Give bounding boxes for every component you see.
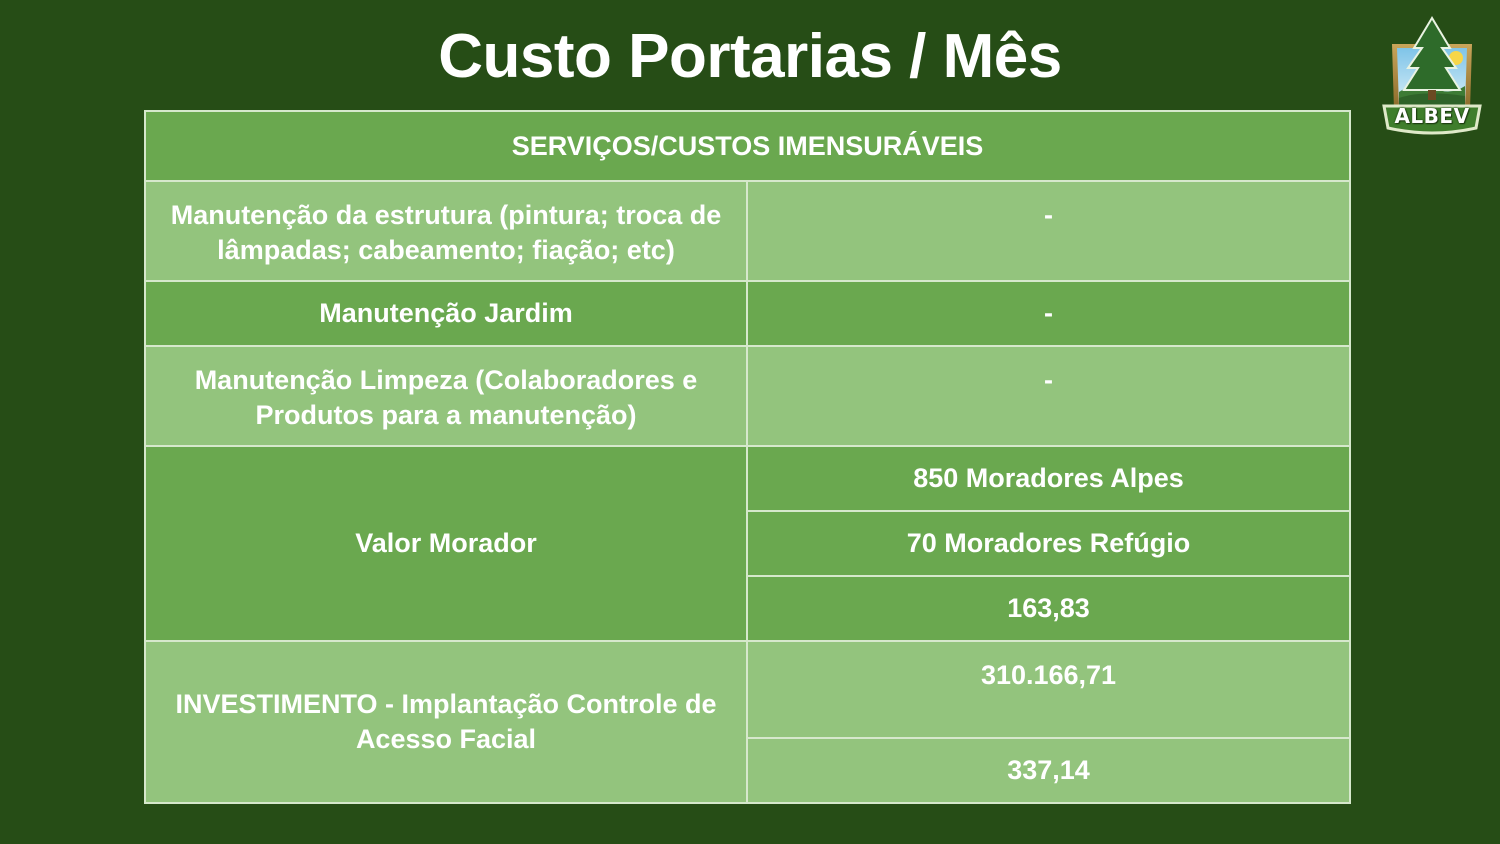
- row-value: -: [745, 280, 1352, 347]
- investimento-label: INVESTIMENTO - Implantação Controle de A…: [144, 640, 748, 804]
- table-row: INVESTIMENTO - Implantação Controle de A…: [144, 640, 1352, 804]
- valor-morador-label: Valor Morador: [144, 445, 748, 642]
- table-row: Manutenção da estrutura (pintura; troca …: [144, 180, 1352, 282]
- row-value: -: [745, 180, 1352, 282]
- table-row: Manutenção Jardim -: [144, 280, 1352, 347]
- valor-morador-value: 70 Moradores Refúgio: [745, 510, 1352, 577]
- logo-text: ALBEV: [1394, 104, 1470, 128]
- table-header-row: SERVIÇOS/CUSTOS IMENSURÁVEIS: [143, 110, 1352, 182]
- table-row: Valor Morador 850 Moradores Alpes: [144, 445, 1352, 642]
- costs-table: SERVIÇOS/CUSTOS IMENSURÁVEIS Manutenção …: [143, 110, 1352, 804]
- page-title: Custo Portarias / Mês: [438, 22, 1062, 91]
- valor-morador-value: 850 Moradores Alpes: [745, 445, 1352, 512]
- investimento-value: 337,14: [745, 737, 1352, 804]
- table-row: Manutenção Limpeza (Colaboradores e Prod…: [144, 345, 1352, 447]
- table-header: SERVIÇOS/CUSTOS IMENSURÁVEIS: [143, 110, 1352, 182]
- row-label: Manutenção Limpeza (Colaboradores e Prod…: [144, 345, 748, 447]
- row-value: -: [745, 345, 1352, 447]
- investimento-value: 310.166,71: [745, 640, 1352, 739]
- valor-morador-value: 163,83: [745, 575, 1352, 642]
- row-label: Manutenção da estrutura (pintura; troca …: [144, 180, 748, 282]
- albev-logo: ALBEV: [1378, 14, 1486, 140]
- row-label: Manutenção Jardim: [144, 280, 748, 347]
